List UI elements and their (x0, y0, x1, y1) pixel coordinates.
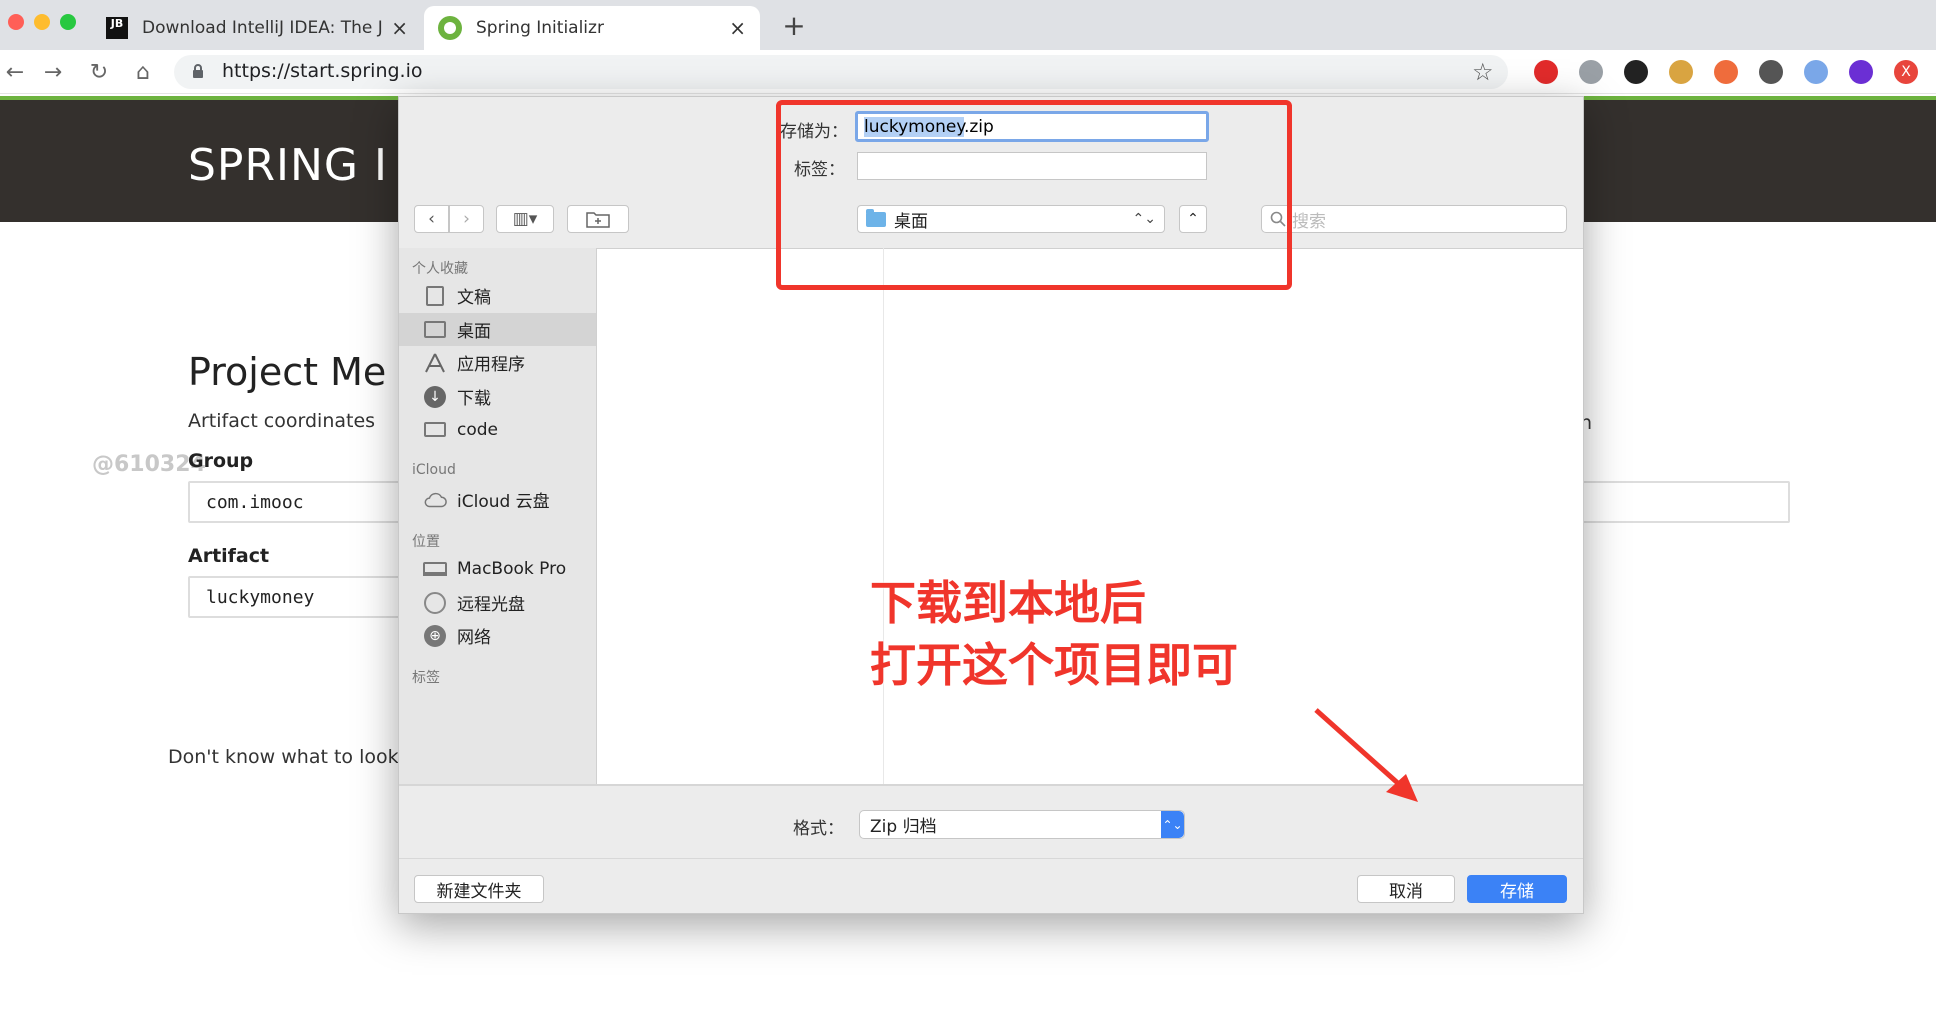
sidebar-item-macbook-pro[interactable]: MacBook Pro (399, 552, 596, 585)
spring-logo[interactable]: SPRING I (188, 140, 388, 191)
artifact-label: Artifact (188, 545, 270, 567)
view-mode-button[interactable]: ▥▾ (496, 205, 554, 233)
search-placeholder: 搜索 (1292, 211, 1326, 232)
minimize-window-icon[interactable] (34, 14, 50, 30)
new-tab-button[interactable]: + (778, 8, 810, 44)
project-metadata-title: Project Me (188, 350, 387, 394)
sidebar-item-label: 桌面 (457, 322, 491, 342)
search-input[interactable]: 搜索 (1261, 205, 1567, 233)
documents-icon (423, 285, 447, 306)
laptop-icon (423, 559, 447, 579)
sidebar-item-code[interactable]: code (399, 413, 596, 446)
icloud-header: iCloud (412, 462, 456, 478)
home-icon[interactable]: ⌂ (128, 58, 158, 88)
bookmark-star-icon[interactable]: ☆ (1472, 58, 1494, 86)
tab-title: Download IntelliJ IDEA: The Ja (142, 18, 384, 38)
sidebar-item-icloud-drive[interactable]: iCloud 云盘 (399, 483, 596, 516)
sidebar-item-label: MacBook Pro (457, 558, 567, 579)
folder-icon (423, 420, 447, 440)
annotation-arrow-icon (1314, 708, 1418, 802)
sidebar-item-network[interactable]: ⊕ 网络 (399, 619, 596, 652)
spring-leaf-icon (438, 16, 462, 40)
dependencies-input[interactable] (1580, 481, 1790, 523)
jetbrains-icon: JB (106, 17, 128, 39)
new-folder-icon-button[interactable] (567, 205, 629, 233)
sidebar-item-label: 远程光盘 (457, 595, 525, 615)
favorites-header: 个人收藏 (412, 261, 468, 277)
close-window-icon[interactable] (8, 14, 24, 30)
extension-icon[interactable] (1714, 60, 1738, 84)
zoom-window-icon[interactable] (60, 14, 76, 30)
reload-icon[interactable]: ↻ (84, 58, 114, 88)
sidebar-item-desktop[interactable]: 桌面 (399, 313, 596, 346)
sidebar-item-downloads[interactable]: ↓ 下载 (399, 380, 596, 413)
desktop-icon (423, 320, 447, 340)
sidebar-item-label: code (457, 419, 498, 440)
disc-icon (423, 591, 447, 614)
new-folder-icon (586, 212, 610, 228)
sidebar-item-label: 下载 (457, 389, 491, 409)
extension-icon[interactable]: X (1894, 60, 1918, 84)
annotation-note: 下载到本地后 打开这个项目即可 (870, 572, 1238, 696)
help-text: Don't know what to look (168, 746, 399, 768)
format-value: Zip 归档 (870, 817, 937, 837)
close-tab-icon[interactable]: × (391, 16, 408, 40)
group-label: Group (188, 450, 254, 472)
extension-icon[interactable] (1804, 60, 1828, 84)
lock-icon (193, 64, 203, 78)
locations-header: 位置 (412, 534, 440, 550)
url-text[interactable]: https://start.spring.io (222, 60, 423, 82)
dialog-back-button[interactable]: ‹ (414, 205, 449, 233)
sidebar-item-applications[interactable]: 应用程序 (399, 346, 596, 379)
dialog-forward-button[interactable]: › (449, 205, 484, 233)
sidebar-item-label: iCloud 云盘 (457, 492, 550, 512)
extension-icon[interactable] (1759, 60, 1783, 84)
cloud-icon (423, 490, 447, 510)
extension-icon[interactable] (1624, 60, 1648, 84)
forward-icon[interactable]: → (38, 58, 68, 88)
sidebar-item-label: 网络 (457, 628, 491, 648)
artifact-coordinates-label: Artifact coordinates (188, 410, 376, 432)
columns-view-icon: ▥▾ (512, 209, 538, 229)
sidebar-item-documents[interactable]: 文稿 (399, 279, 596, 312)
close-tab-icon[interactable]: × (729, 16, 746, 40)
tab-spring-initializr[interactable]: Spring Initializr × (424, 6, 760, 50)
cancel-button[interactable]: 取消 (1357, 875, 1455, 903)
annotation-highlight-box (776, 100, 1292, 290)
format-select[interactable]: Zip 归档 (859, 810, 1185, 839)
new-folder-button[interactable]: 新建文件夹 (414, 875, 544, 903)
extension-icon[interactable] (1534, 60, 1558, 84)
extension-icon[interactable] (1579, 60, 1603, 84)
footer-divider (399, 858, 1583, 859)
group-input[interactable]: com.imooc (188, 481, 408, 523)
sidebar-item-label: 应用程序 (457, 355, 525, 375)
sidebar-item-label: 文稿 (457, 288, 491, 308)
artifact-input[interactable]: luckymoney (188, 576, 408, 618)
column-divider[interactable] (883, 248, 884, 784)
format-label: 格式： (793, 819, 844, 839)
applications-icon (423, 353, 447, 373)
save-button[interactable]: 存储 (1467, 875, 1567, 903)
back-icon[interactable]: ← (0, 58, 30, 88)
tags-header: 标签 (412, 670, 440, 686)
extension-icon[interactable] (1669, 60, 1693, 84)
updown-chevron-icon[interactable]: ⌃⌄ (1161, 811, 1184, 838)
tab-intellij[interactable]: JB Download IntelliJ IDEA: The Ja × (92, 6, 422, 50)
sidebar-item-remote-disc[interactable]: 远程光盘 (399, 586, 596, 619)
extension-icon[interactable] (1849, 60, 1873, 84)
tab-title: Spring Initializr (476, 18, 604, 38)
annotation-line-2: 打开这个项目即可 (870, 638, 1238, 692)
network-icon: ⊕ (423, 624, 447, 647)
annotation-line-1: 下载到本地后 (870, 576, 1146, 630)
downloads-icon: ↓ (423, 385, 447, 408)
